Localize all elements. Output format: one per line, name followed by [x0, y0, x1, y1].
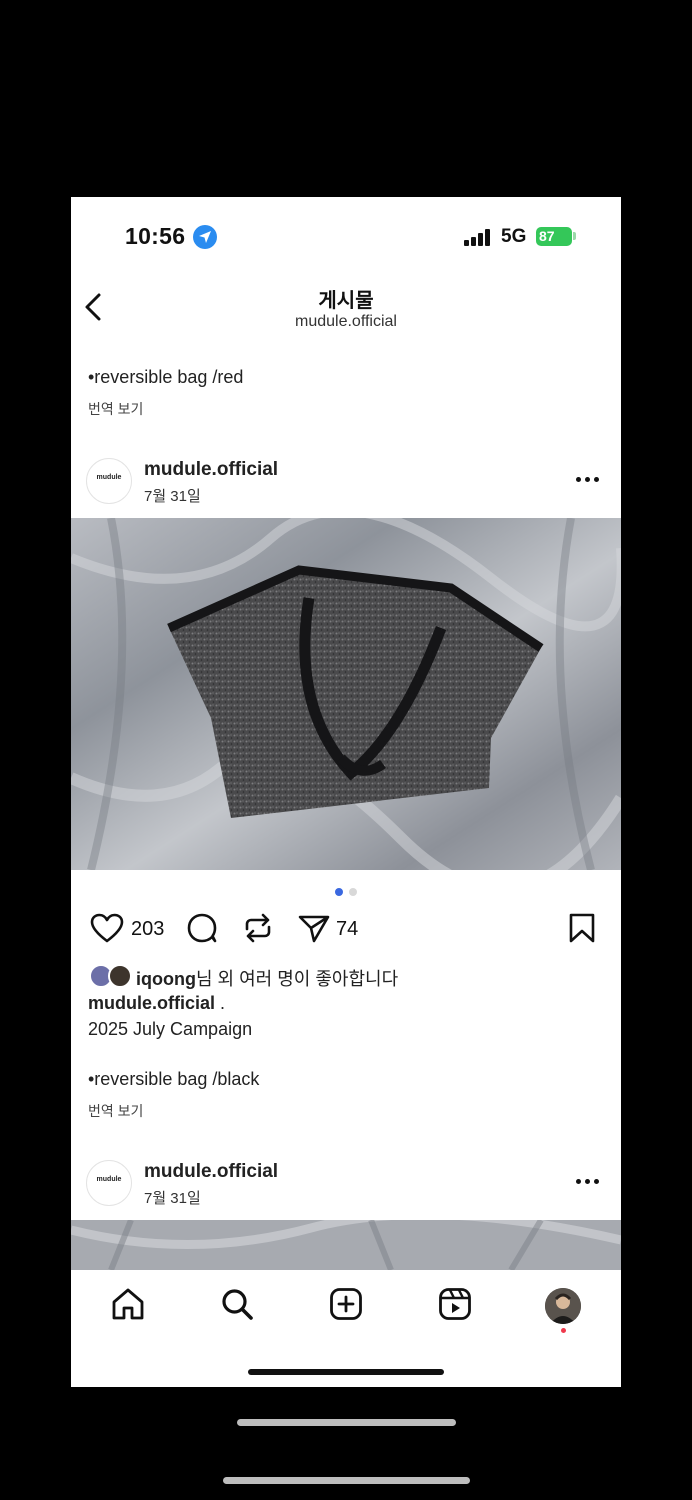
shares-count[interactable]: 74 — [336, 918, 358, 941]
post-username[interactable]: mudule.official — [144, 1161, 278, 1183]
avatar-logo-text: mudule — [96, 474, 122, 481]
post-avatar[interactable]: mudule — [86, 1160, 132, 1206]
battery-tip — [573, 232, 576, 240]
post-username[interactable]: mudule.official — [144, 459, 278, 481]
send-icon[interactable] — [297, 912, 331, 949]
outer-home-indicator — [223, 1477, 470, 1484]
plus-square-icon[interactable] — [328, 1286, 364, 1322]
page-title: 게시물 — [318, 290, 374, 312]
outer-home-indicator — [237, 1419, 456, 1426]
post-image[interactable] — [71, 518, 621, 870]
post-avatar[interactable]: mudule — [86, 458, 132, 504]
caption-username[interactable]: mudule.official — [88, 993, 215, 1013]
translate-link[interactable]: 번역 보기 — [88, 1101, 143, 1121]
phone-screen: 10:56 5G 87 게시물 mudule.official •reversi… — [71, 197, 621, 1387]
liker-avatar[interactable] — [108, 964, 132, 988]
avatar-logo-text: mudule — [96, 1176, 122, 1183]
post-date: 7월 31일 — [144, 1190, 201, 1207]
repost-icon[interactable] — [241, 912, 275, 949]
network-type: 5G — [501, 226, 527, 247]
prev-post-translate-link[interactable]: 번역 보기 — [88, 399, 143, 419]
notification-dot — [561, 1328, 566, 1333]
battery-icon: 87 — [536, 227, 572, 246]
caption-line: •reversible bag /black — [88, 1069, 260, 1089]
carousel-dot — [349, 888, 357, 896]
bookmark-icon[interactable] — [567, 912, 597, 949]
liked-by-rest: 님 외 여러 명이 좋아합니다 — [195, 969, 399, 989]
page-subtitle[interactable]: mudule.official — [71, 313, 621, 331]
home-indicator — [248, 1369, 444, 1375]
search-icon[interactable] — [219, 1286, 255, 1322]
liked-by-text[interactable]: iqoong님 외 여러 명이 좋아합니다 — [136, 965, 398, 991]
more-horizontal-icon[interactable] — [576, 1178, 602, 1186]
likes-count[interactable]: 203 — [131, 918, 164, 941]
more-horizontal-icon[interactable] — [576, 476, 602, 484]
liked-by-user[interactable]: iqoong — [136, 969, 196, 989]
reels-icon[interactable] — [437, 1286, 473, 1322]
heart-icon[interactable] — [89, 912, 125, 949]
status-time: 10:56 — [125, 223, 186, 249]
location-arrow-icon — [193, 225, 217, 249]
home-icon[interactable] — [110, 1286, 146, 1322]
caption-username-row: mudule.official . — [88, 993, 225, 1014]
status-bar: 10:56 5G 87 — [71, 217, 621, 257]
post-date: 7월 31일 — [144, 488, 201, 505]
carousel-dot-active — [335, 888, 343, 896]
prev-post-caption: •reversible bag /red — [88, 367, 244, 387]
profile-avatar[interactable] — [545, 1288, 581, 1324]
caption-line: 2025 July Campaign — [88, 1019, 253, 1039]
comment-icon[interactable] — [185, 912, 219, 949]
cellular-signal-icon — [464, 229, 494, 246]
caption-suffix: . — [215, 993, 226, 1013]
battery-level: 87 — [539, 228, 555, 244]
next-post-image[interactable] — [71, 1220, 621, 1270]
